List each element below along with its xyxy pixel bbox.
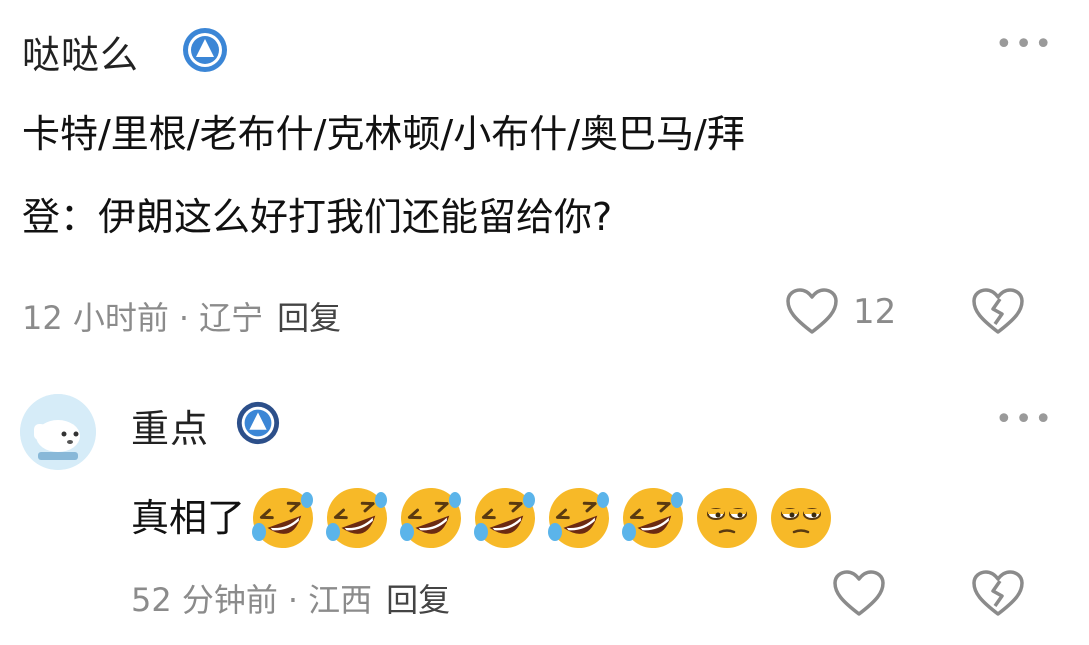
comment2-location: 江西 [308,581,373,619]
avatar-dog-icon[interactable] [20,394,96,470]
rofl-emoji-icon [323,484,391,552]
meta-separator: · [287,581,299,619]
rofl-emoji-icon [397,484,465,552]
comment1-location: 辽宁 [199,299,264,337]
rofl-emoji-icon [545,484,613,552]
sleepy-emoji-icon [767,484,835,552]
level-badge-icon [181,26,229,78]
comment2-username[interactable]: 重点 [131,398,209,453]
comment2-time: 52 分钟前 [131,581,278,619]
sleepy-emoji-icon [693,484,761,552]
comment1-text-line1: 卡特/里根/老布什/克林顿/小布什/奥巴马/拜 [22,112,745,156]
rofl-emoji-icon [471,484,539,552]
more-dots-icon[interactable]: ••• [995,30,1054,60]
comment1-like-count: 12 [853,292,897,332]
broken-heart-icon[interactable] [971,287,1025,341]
heart-outline-icon[interactable] [785,287,839,341]
heart-outline-icon[interactable] [832,569,886,623]
comment2-reply-button[interactable]: 回复 [386,581,450,619]
comment1-meta: 12 小时前 · 辽宁 回复 [22,293,341,339]
comment1-username[interactable]: 哒哒么 [22,24,139,79]
comment2-text: 真相了 [131,496,246,540]
comment1-reply-button[interactable]: 回复 [277,299,341,337]
broken-heart-icon[interactable] [971,569,1025,623]
comment2-meta: 52 分钟前 · 江西 回复 [131,575,450,621]
rofl-emoji-icon [619,484,687,552]
comment1-time: 12 小时前 [22,299,169,337]
comment2-body: 真相了 [131,482,841,554]
more-dots-icon[interactable]: ••• [995,405,1054,435]
rofl-emoji-icon [249,484,317,552]
emoji-row [249,484,841,552]
meta-separator: · [178,299,190,337]
comment1-text-line2: 登：伊朗这么好打我们还能留给你? [22,195,613,239]
level-badge-icon [235,400,281,450]
